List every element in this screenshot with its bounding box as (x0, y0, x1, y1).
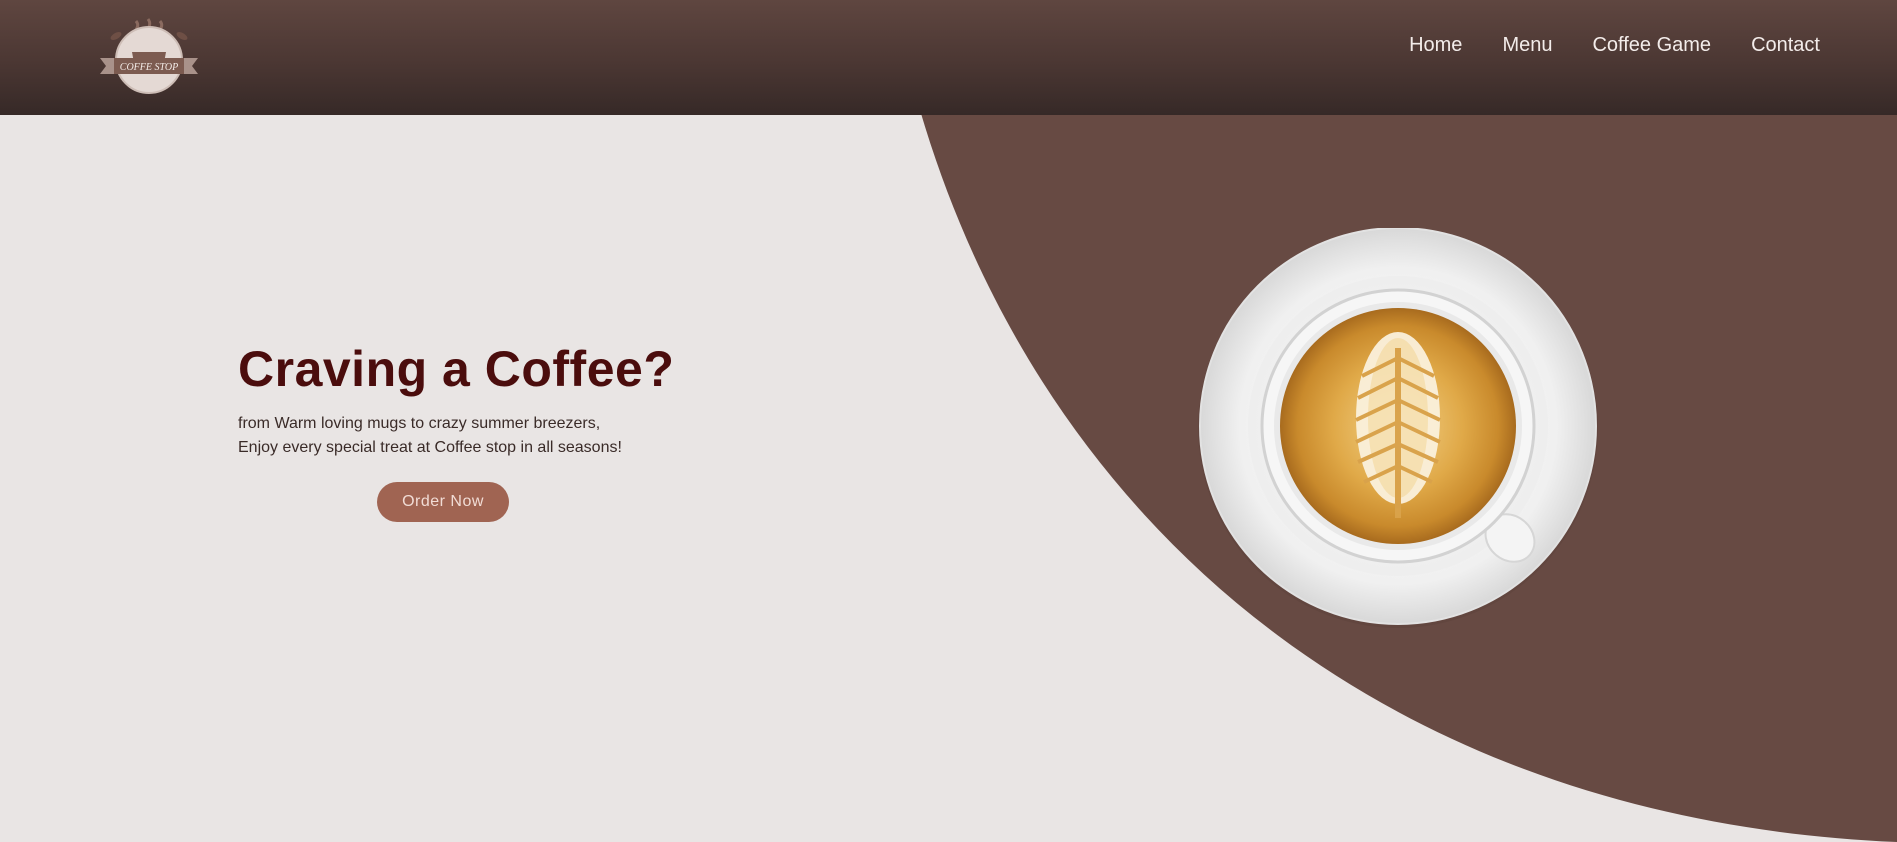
nav-menu-link[interactable]: Menu (1502, 34, 1552, 57)
logo-text: COFFE STOP (120, 62, 178, 73)
latte-art-cup-icon (1198, 228, 1598, 628)
landing-page: COFFE STOP Home Menu Coffee Game Contact… (0, 0, 1897, 842)
hero-subtitle-line-2: Enjoy every special treat at Coffee stop… (238, 439, 622, 456)
hero-title: Craving a Coffee? (238, 341, 675, 397)
nav-coffee-game-link[interactable]: Coffee Game (1592, 34, 1711, 57)
coffee-cup-logo-icon[interactable]: COFFE STOP (98, 18, 200, 96)
order-now-button[interactable]: Order Now (377, 482, 509, 522)
hero-text-block: Craving a Coffee? from Warm loving mugs … (238, 340, 698, 460)
hero-subtitle-line-1: from Warm loving mugs to crazy summer br… (238, 415, 601, 432)
main-nav: Home Menu Coffee Game Contact (1369, 34, 1820, 57)
site-header: COFFE STOP Home Menu Coffee Game Contact (0, 0, 1897, 115)
nav-home-link[interactable]: Home (1409, 34, 1462, 57)
nav-contact-link[interactable]: Contact (1751, 34, 1820, 57)
hero-subtitle: from Warm loving mugs to crazy summer br… (238, 412, 698, 460)
